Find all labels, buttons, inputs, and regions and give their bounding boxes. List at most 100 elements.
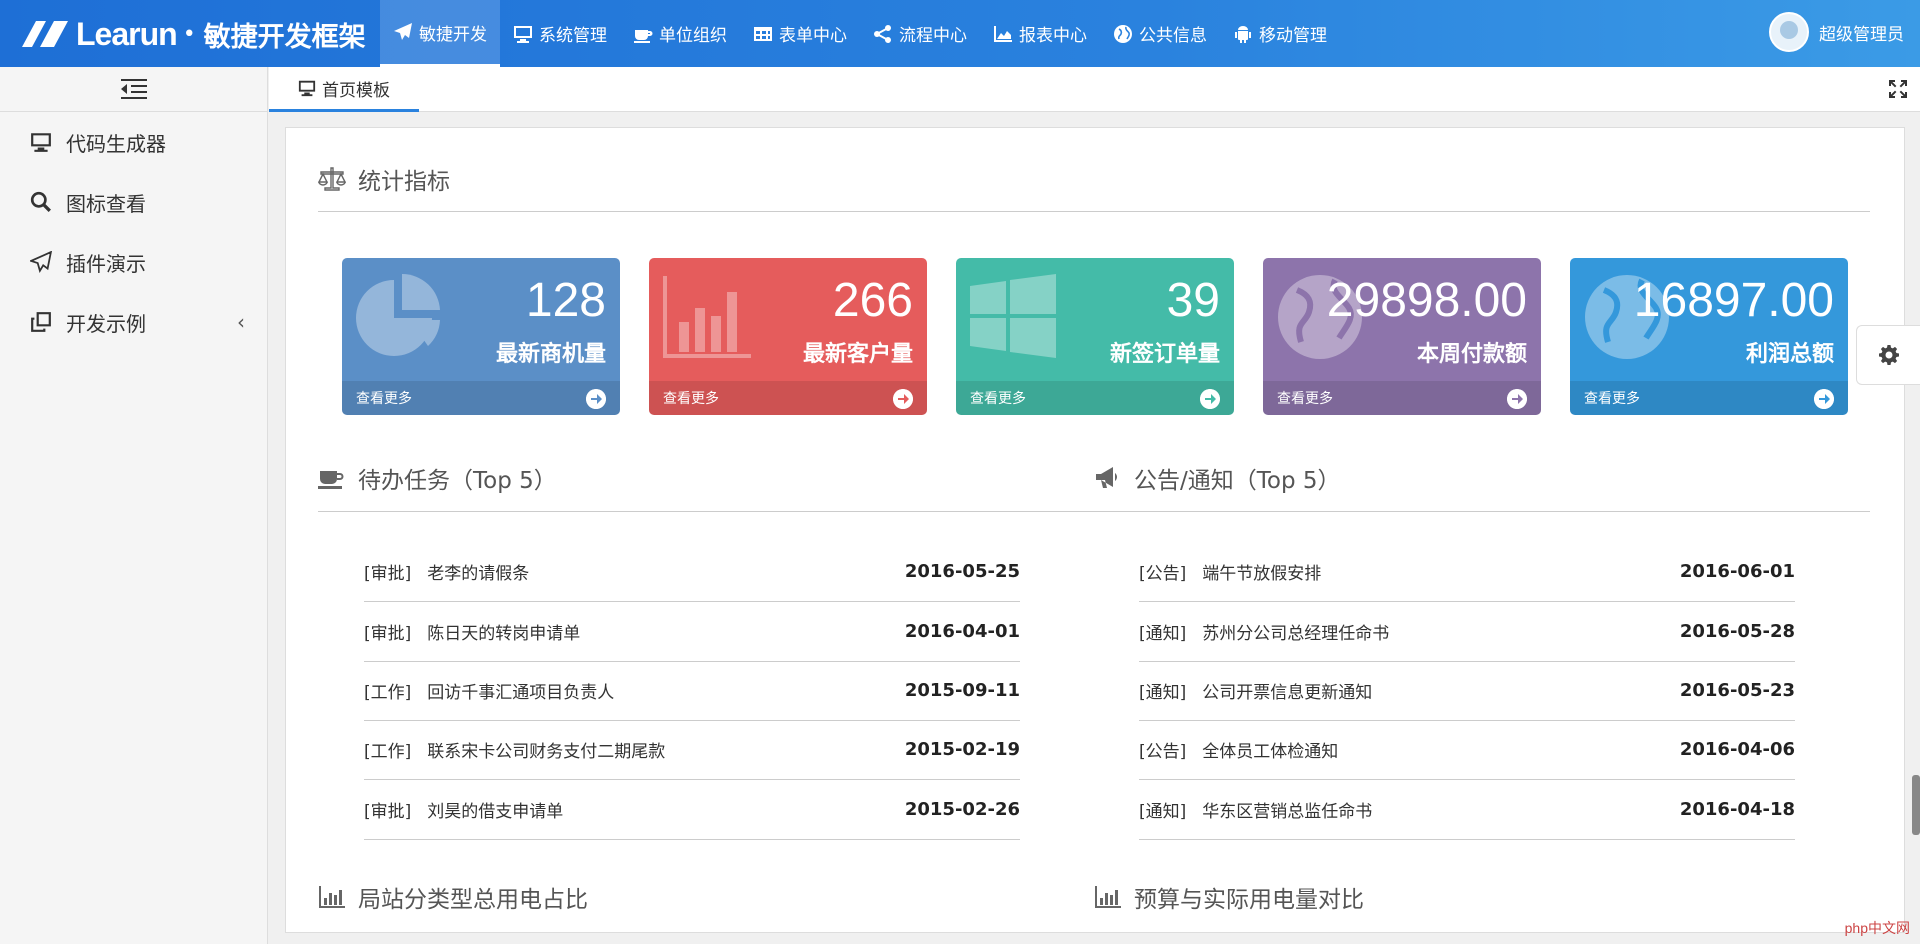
todo-item-date: 2016-04-01 xyxy=(904,621,1020,642)
logo-dot: • xyxy=(182,21,196,47)
globe-icon xyxy=(1114,24,1132,43)
nav-item-system[interactable]: 系统管理 xyxy=(500,0,620,67)
todo-item[interactable]: [工作] 回访千事汇通项目负责人 2015-09-11 xyxy=(364,661,1020,721)
stat-card-opportunities[interactable]: 128 最新商机量 查看更多 xyxy=(342,258,620,415)
view-more-link[interactable]: 查看更多 xyxy=(342,381,620,415)
tab-home-template[interactable]: 首页模板 xyxy=(269,67,419,112)
sidebar-item-plugin-demo[interactable]: 插件演示 xyxy=(0,232,267,292)
stat-card-customers[interactable]: 266 最新客户量 查看更多 xyxy=(649,258,927,415)
nav-item-agile-dev[interactable]: 敏捷开发 xyxy=(380,0,500,67)
coffee-icon xyxy=(634,29,653,43)
paper-plane-icon xyxy=(394,23,412,40)
nav-item-org[interactable]: 单位组织 xyxy=(620,0,740,67)
user-menu[interactable]: 超级管理员 xyxy=(1769,12,1904,52)
notice-item[interactable]: [通知] 苏州分公司总经理任命书 2016-05-28 xyxy=(1139,602,1795,662)
notice-item-tag: [通知] xyxy=(1139,683,1187,703)
view-more-link[interactable]: 查看更多 xyxy=(956,381,1234,415)
avatar xyxy=(1769,12,1809,52)
view-more-label: 查看更多 xyxy=(663,391,719,407)
nav-item-workflow[interactable]: 流程中心 xyxy=(860,0,980,67)
sidebar-item-dev-examples[interactable]: 开发示例 ‹ xyxy=(0,292,267,352)
sidebar-item-icon-viewer[interactable]: 图标查看 xyxy=(0,172,267,232)
todo-item-tag: [工作] xyxy=(364,742,412,762)
stats-title: 统计指标 xyxy=(358,169,450,195)
notice-item-date: 2016-04-18 xyxy=(1679,799,1795,820)
view-more-label: 查看更多 xyxy=(356,391,412,407)
todo-item-tag: [工作] xyxy=(364,683,412,703)
nav-item-forms[interactable]: 表单中心 xyxy=(740,0,860,67)
stat-card-weekly-payment[interactable]: 29898.00 本周付款额 查看更多 xyxy=(1263,258,1541,415)
arrow-circle-right-icon xyxy=(1507,389,1527,409)
nav-item-mobile[interactable]: 移动管理 xyxy=(1220,0,1340,67)
notice-item[interactable]: [公告] 全体员工体检通知 2016-04-06 xyxy=(1139,720,1795,780)
todo-item-tag: [审批] xyxy=(364,624,412,644)
nav-item-reports[interactable]: 报表中心 xyxy=(980,0,1100,67)
notice-item-text: 公司开票信息更新通知 xyxy=(1202,683,1373,703)
sidebar: 代码生成器 图标查看 插件演示 开发示例 ‹ xyxy=(0,67,268,944)
notice-item-date: 2016-06-01 xyxy=(1679,561,1795,582)
tab-label: 首页模板 xyxy=(322,80,390,101)
stats-section-title: 统计指标 xyxy=(318,162,450,196)
todo-item-tag: [审批] xyxy=(364,802,412,822)
fullscreen-icon[interactable] xyxy=(1888,79,1908,99)
view-more-label: 查看更多 xyxy=(1584,391,1640,407)
stat-value: 128 xyxy=(525,274,606,327)
bar-chart-icon xyxy=(319,886,345,908)
nav-label: 表单中心 xyxy=(779,26,847,46)
stat-label: 最新客户量 xyxy=(802,342,913,367)
notice-item-tag: [公告] xyxy=(1139,742,1187,762)
budget-vs-actual-chart-title: 预算与实际用电量对比 xyxy=(1094,880,1364,914)
main-nav: 敏捷开发 系统管理 单位组织 表单中心 流程中心 报表中心 公共信息 移动管理 xyxy=(380,0,1340,67)
desktop-icon xyxy=(31,133,51,152)
nav-label: 单位组织 xyxy=(659,26,727,46)
view-more-link[interactable]: 查看更多 xyxy=(1570,381,1848,415)
todo-item[interactable]: [审批] 陈日天的转岗申请单 2016-04-01 xyxy=(364,602,1020,662)
stat-value: 39 xyxy=(1166,274,1220,327)
notice-item[interactable]: [通知] 华东区营销总监任命书 2016-04-18 xyxy=(1139,780,1795,840)
arrow-circle-right-icon xyxy=(1200,389,1220,409)
logo-text: Learun xyxy=(76,15,178,52)
todo-item[interactable]: [工作] 联系宋卡公司财务支付二期尾款 2015-02-19 xyxy=(364,720,1020,780)
notice-title: 公告/通知（Top 5） xyxy=(1134,468,1341,494)
coffee-icon xyxy=(318,471,344,489)
desktop-icon xyxy=(298,80,316,97)
logo[interactable]: Learun • 敏捷开发框架 xyxy=(16,14,366,54)
notice-item-text: 华东区营销总监任命书 xyxy=(1202,802,1373,822)
todo-item[interactable]: [审批] 老李的请假条 2016-05-25 xyxy=(364,542,1020,602)
nav-label: 移动管理 xyxy=(1259,26,1327,46)
stat-card-total-profit[interactable]: 16897.00 利润总额 查看更多 xyxy=(1570,258,1848,415)
desktop-icon xyxy=(514,25,532,43)
view-more-link[interactable]: 查看更多 xyxy=(1263,381,1541,415)
sidebar-item-code-generator[interactable]: 代码生成器 xyxy=(0,112,267,172)
notice-section-title: 公告/通知（Top 5） xyxy=(1094,461,1341,495)
stat-value: 266 xyxy=(832,274,913,327)
settings-button[interactable] xyxy=(1856,325,1920,385)
notice-item[interactable]: [通知] 公司开票信息更新通知 2016-05-23 xyxy=(1139,661,1795,721)
stat-label: 最新商机量 xyxy=(495,342,606,367)
nav-label: 报表中心 xyxy=(1019,26,1087,46)
sidebar-item-label: 开发示例 xyxy=(66,311,146,336)
sidebar-collapse-button[interactable] xyxy=(0,67,267,112)
sidebar-item-label: 图标查看 xyxy=(66,191,146,216)
scrollbar-thumb[interactable] xyxy=(1912,775,1920,835)
chart-title: 局站分类型总用电占比 xyxy=(358,887,588,913)
arrow-circle-right-icon xyxy=(893,389,913,409)
indent-icon xyxy=(120,79,147,99)
todo-section-title: 待办任务（Top 5） xyxy=(318,461,557,495)
notice-item-text: 全体员工体检通知 xyxy=(1202,742,1339,762)
power-share-chart-title: 局站分类型总用电占比 xyxy=(318,880,588,914)
table-icon xyxy=(754,26,772,41)
todo-item-text: 老李的请假条 xyxy=(427,564,530,584)
sidebar-item-label: 插件演示 xyxy=(66,251,146,276)
notice-item[interactable]: [公告] 端午节放假安排 2016-06-01 xyxy=(1139,542,1795,602)
windows-icon xyxy=(970,274,1056,358)
chart-title: 预算与实际用电量对比 xyxy=(1134,887,1364,913)
stat-card-orders[interactable]: 39 新签订单量 查看更多 xyxy=(956,258,1234,415)
nav-item-public-info[interactable]: 公共信息 xyxy=(1100,0,1220,67)
todo-item-text: 刘昊的借支申请单 xyxy=(427,802,564,822)
area-chart-icon xyxy=(994,25,1012,42)
todo-item[interactable]: [审批] 刘昊的借支申请单 2015-02-26 xyxy=(364,780,1020,840)
divider xyxy=(318,511,1870,512)
view-more-link[interactable]: 查看更多 xyxy=(649,381,927,415)
stat-value: 29898.00 xyxy=(1326,274,1527,327)
